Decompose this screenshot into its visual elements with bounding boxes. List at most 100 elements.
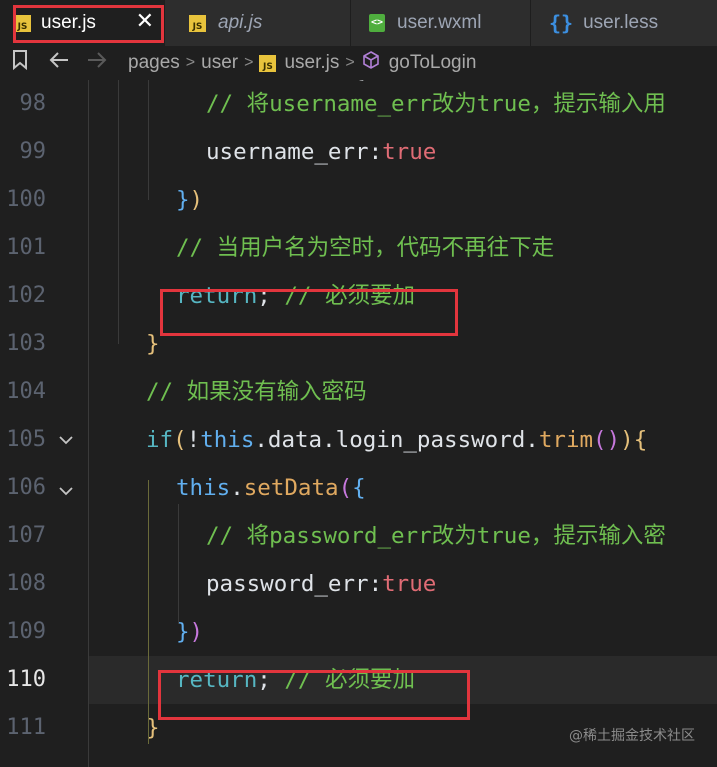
code-line[interactable]: 98 // 将username_err改为true，提示输入用 xyxy=(0,80,717,128)
indent-guide xyxy=(148,80,149,200)
breadcrumb-item-file[interactable]: user.js xyxy=(284,52,339,74)
watermark: @稀土掘金技术社区 xyxy=(569,728,695,744)
code-line[interactable]: 106 this.setData({ xyxy=(0,464,717,512)
js-icon: JS xyxy=(259,54,277,72)
code-token: // 将password_err改为true，提示输入密 xyxy=(206,523,666,549)
code-text: }) xyxy=(176,176,203,224)
code-token: ) xyxy=(189,187,204,213)
code-token: ) xyxy=(189,619,204,645)
breadcrumb: pages > user > JS user.js > goToLogin xyxy=(0,46,717,80)
code-line[interactable]: 101 // 当用户名为空时，代码不再往下走 xyxy=(0,224,717,272)
code-token: // 当用户名为空时，代码不再往下走 xyxy=(176,235,555,261)
code-token: : xyxy=(368,571,383,597)
code-token: username_err xyxy=(206,139,369,165)
code-text: // 将username_err改为true，提示输入用 xyxy=(206,80,666,128)
code-token: true xyxy=(382,139,437,165)
forward-arrow-icon[interactable] xyxy=(86,50,108,76)
code-token: ; xyxy=(257,667,285,693)
code-text: return; // 必须要加 xyxy=(176,272,415,320)
code-token: ) xyxy=(620,427,634,453)
code-text: // 将password_err改为true，提示输入密 xyxy=(206,512,666,560)
line-number: 104 xyxy=(6,379,46,404)
less-icon: {} xyxy=(549,11,574,35)
tab-user-js[interactable]: JS user.js ✕ xyxy=(0,0,165,46)
code-token: } xyxy=(146,331,160,357)
line-number: 111 xyxy=(6,715,46,740)
code-token: ! xyxy=(186,427,201,453)
breadcrumb-item-user[interactable]: user xyxy=(201,52,238,74)
breadcrumb-item-pages[interactable]: pages xyxy=(128,52,180,74)
code-line[interactable]: 109}) xyxy=(0,608,717,656)
back-arrow-icon[interactable] xyxy=(48,50,70,76)
line-number: 99 xyxy=(19,139,47,164)
line-number: 105 xyxy=(6,427,46,452)
line-number: 101 xyxy=(6,235,46,260)
tab-user-less[interactable]: {} user.less xyxy=(531,0,717,46)
code-token: ; xyxy=(257,283,285,309)
code-token: this xyxy=(200,427,255,453)
code-token: trim xyxy=(538,427,594,453)
code-text: }) xyxy=(176,608,203,656)
code-line[interactable]: 103} xyxy=(0,320,717,368)
code-token: { xyxy=(352,475,366,501)
chevron-right-icon: > xyxy=(185,54,196,71)
code-line[interactable]: 110 return; // 必须要加 xyxy=(0,656,717,704)
line-number: 102 xyxy=(6,283,46,308)
code-token: // 必须要加 xyxy=(284,667,416,693)
code-token: this xyxy=(176,475,231,501)
code-token: { xyxy=(633,427,648,453)
close-icon[interactable]: ✕ xyxy=(136,10,154,34)
bookmark-icon[interactable] xyxy=(12,50,28,76)
code-token: ( xyxy=(338,475,353,501)
line-number: 100 xyxy=(6,187,46,212)
code-text: username_err:true xyxy=(206,128,436,176)
code-token: () xyxy=(593,427,621,453)
code-line[interactable]: 99 username_err:true xyxy=(0,128,717,176)
code-token: return xyxy=(176,667,258,693)
indent-guide xyxy=(118,80,119,344)
code-token: // 将username_err改为true，提示输入用 xyxy=(206,91,666,117)
tab-label: api.js xyxy=(218,12,263,33)
indent-guide xyxy=(148,480,149,744)
wxml-icon: <> xyxy=(369,14,385,32)
js-icon: JS xyxy=(14,14,31,32)
tab-user-wxml[interactable]: <> user.wxml xyxy=(351,0,531,46)
code-line[interactable]: 102 return; // 必须要加 xyxy=(0,272,717,320)
code-token: // 如果没有输入密码 xyxy=(146,379,367,405)
code-token: if xyxy=(146,427,174,453)
code-line[interactable]: 105 if(!this.data.login_password.trim()){ xyxy=(0,416,717,464)
code-text: this.setData({ xyxy=(176,464,366,512)
chevron-down-icon[interactable] xyxy=(58,431,74,450)
line-number: 109 xyxy=(6,619,46,644)
tab-label: user.wxml xyxy=(397,12,482,33)
code-line[interactable]: 108 password_err:true xyxy=(0,560,717,608)
chevron-down-icon[interactable] xyxy=(58,482,74,501)
code-text: } xyxy=(146,320,160,368)
code-token: true xyxy=(382,571,437,597)
chevron-right-icon: > xyxy=(345,54,355,71)
indent-guide xyxy=(178,504,179,624)
line-number: 106 xyxy=(6,475,46,500)
code-text: // 当用户名为空时，代码不再往下走 xyxy=(176,224,554,272)
code-text: password_err:true xyxy=(206,560,436,608)
indent-guide xyxy=(88,80,89,767)
chevron-right-icon: > xyxy=(244,54,254,71)
code-token: password_err xyxy=(206,571,369,597)
code-line[interactable]: 100}) xyxy=(0,176,717,224)
code-line[interactable]: 104 // 如果没有输入密码 xyxy=(0,368,717,416)
line-number: 107 xyxy=(6,523,46,548)
method-cube-icon xyxy=(361,50,381,76)
line-number: 98 xyxy=(19,91,47,116)
code-token: return xyxy=(176,283,258,309)
code-token: ( xyxy=(173,427,187,453)
tab-label: user.less xyxy=(583,12,659,33)
breadcrumb-item-method[interactable]: goToLogin xyxy=(389,52,477,74)
code-line[interactable]: 107 // 将password_err改为true，提示输入密 xyxy=(0,512,717,560)
tab-api-js[interactable]: JS api.js xyxy=(165,0,351,46)
line-number: 103 xyxy=(6,331,46,356)
code-token: setData xyxy=(243,475,339,501)
code-editor[interactable]: this.setData({ 98 // 将username_err改为true，… xyxy=(0,80,717,767)
code-text: if(!this.data.login_password.trim()){ xyxy=(146,416,647,464)
code-token: } xyxy=(176,187,190,213)
code-token: .data.login_password. xyxy=(254,427,539,453)
